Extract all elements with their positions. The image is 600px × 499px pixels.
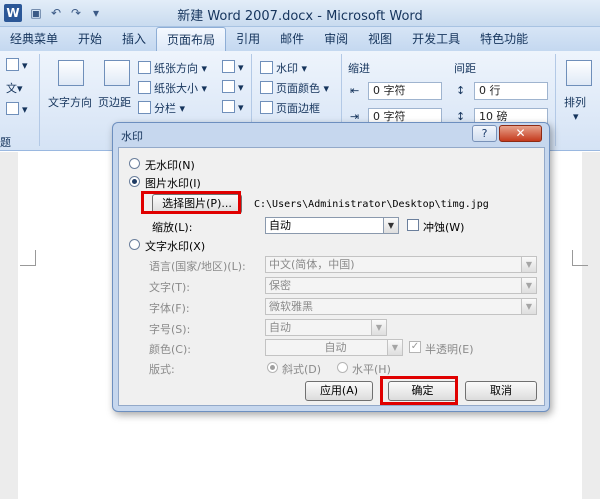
themes-group-label: 题 bbox=[0, 136, 11, 149]
text-watermark-radio[interactable] bbox=[129, 239, 140, 250]
diagonal-label[interactable]: 斜式(D) bbox=[282, 361, 321, 377]
language-select[interactable]: 中文(简体，中国) ▼ bbox=[265, 256, 537, 273]
picture-watermark-radio[interactable] bbox=[129, 176, 140, 187]
paper-size-button[interactable]: 纸张大小 bbox=[154, 82, 198, 95]
line-numbers-icon[interactable]: ▾ bbox=[222, 80, 244, 94]
doc-char-label: 文 bbox=[6, 82, 17, 95]
arrange-group: 排列 ▾ bbox=[558, 54, 598, 146]
page-corner-mark-left bbox=[20, 250, 36, 266]
window-title: 新建 Word 2007.docx - Microsoft Word bbox=[177, 9, 423, 24]
no-watermark-label[interactable]: 无水印(N) bbox=[145, 157, 195, 173]
text-watermark-label[interactable]: 文字水印(X) bbox=[145, 238, 205, 254]
watermark-button[interactable]: 水印 bbox=[276, 62, 298, 75]
font-select[interactable]: 微软雅黑 ▼ bbox=[265, 298, 537, 315]
tab-developer[interactable]: 开发工具 bbox=[402, 27, 470, 51]
tab-home[interactable]: 开始 bbox=[68, 27, 112, 51]
arrange-icon[interactable] bbox=[566, 60, 592, 86]
themes-colors-icon[interactable]: ▾ bbox=[6, 58, 28, 72]
tab-references[interactable]: 引用 bbox=[226, 27, 270, 51]
columns-icon bbox=[138, 101, 151, 114]
chevron-down-icon[interactable]: ▼ bbox=[387, 340, 402, 355]
help-button[interactable]: ? bbox=[472, 125, 497, 142]
margins-icon[interactable] bbox=[104, 60, 130, 86]
tab-insert[interactable]: 插入 bbox=[112, 27, 156, 51]
close-button[interactable]: ✕ bbox=[499, 125, 542, 142]
dialog-body: 无水印(N) 图片水印(I) 选择图片(P)... C:\Users\Admin… bbox=[118, 147, 545, 406]
themes-effects-icon[interactable]: ▾ bbox=[6, 102, 28, 116]
size-value: 自动 bbox=[269, 321, 291, 334]
text-value: 保密 bbox=[269, 279, 291, 292]
layout-label: 版式: bbox=[149, 363, 175, 376]
indent-left-input[interactable]: 0 字符 bbox=[368, 82, 442, 100]
language-label: 语言(国家/地区)(L): bbox=[149, 260, 246, 273]
text-select[interactable]: 保密 ▼ bbox=[265, 277, 537, 294]
page-border-button[interactable]: 页面边框 bbox=[276, 102, 320, 115]
chevron-down-icon[interactable]: ▼ bbox=[521, 299, 536, 314]
scale-value: 自动 bbox=[269, 219, 291, 232]
tab-classic-menu[interactable]: 经典菜单 bbox=[0, 27, 68, 51]
scale-select[interactable]: 自动 ▼ bbox=[265, 217, 399, 234]
page-border-icon bbox=[260, 101, 273, 114]
paper-direction-button[interactable]: 纸张方向 bbox=[154, 62, 198, 75]
semitransparent-label[interactable]: 半透明(E) bbox=[425, 341, 474, 357]
indent-left-icon: ⇤ bbox=[350, 84, 360, 97]
chevron-down-icon[interactable]: ▼ bbox=[521, 257, 536, 272]
arrange-button[interactable]: 排列 bbox=[564, 94, 586, 110]
horizontal-label[interactable]: 水平(H) bbox=[352, 361, 391, 377]
paper-direction-icon bbox=[138, 61, 151, 74]
watermark-icon bbox=[260, 61, 273, 74]
spacing-label: 间距 bbox=[454, 62, 476, 75]
arrange-dropdown-icon[interactable]: ▾ bbox=[573, 110, 579, 123]
picture-watermark-label[interactable]: 图片水印(I) bbox=[145, 175, 201, 191]
tab-mailings[interactable]: 邮件 bbox=[270, 27, 314, 51]
spacing-before-icon: ↕ bbox=[456, 84, 466, 97]
ok-button[interactable]: 确定 bbox=[388, 381, 457, 401]
page-color-icon bbox=[260, 81, 273, 94]
tab-view[interactable]: 视图 bbox=[358, 27, 402, 51]
text-direction-button[interactable]: 文字方向 bbox=[48, 94, 92, 110]
hyphenation-icon[interactable]: ▾ bbox=[222, 100, 244, 114]
title-bar: W ▣ ↶ ↷ ▾ 新建 Word 2007.docx - Microsoft … bbox=[0, 0, 600, 27]
diagonal-radio[interactable] bbox=[267, 362, 278, 373]
tab-review[interactable]: 审阅 bbox=[314, 27, 358, 51]
size-label: 字号(S): bbox=[149, 323, 191, 336]
font-value: 微软雅黑 bbox=[269, 300, 313, 313]
page-corner-mark-right bbox=[572, 250, 588, 266]
semitransparent-checkbox[interactable]: ✓ bbox=[409, 341, 421, 353]
washout-label[interactable]: 冲蚀(W) bbox=[423, 219, 464, 235]
tab-page-layout[interactable]: 页面布局 bbox=[156, 27, 227, 51]
text-direction-icon[interactable] bbox=[58, 60, 84, 86]
breaks-icon[interactable]: ▾ bbox=[222, 60, 244, 74]
chevron-down-icon[interactable]: ▼ bbox=[371, 320, 386, 335]
columns-button[interactable]: 分栏 bbox=[154, 102, 176, 115]
margins-button[interactable]: 页边距 bbox=[98, 94, 131, 110]
horizontal-radio[interactable] bbox=[337, 362, 348, 373]
spacing-before-input[interactable]: 0 行 bbox=[474, 82, 548, 100]
chevron-down-icon[interactable]: ▼ bbox=[383, 218, 398, 233]
text-label: 文字(T): bbox=[149, 281, 191, 294]
color-select[interactable]: 自动 ▼ bbox=[265, 339, 403, 356]
font-label: 字体(F): bbox=[149, 302, 190, 315]
dialog-title: 水印 bbox=[121, 130, 143, 143]
color-value: 自动 bbox=[324, 341, 347, 354]
tab-special-features[interactable]: 特色功能 bbox=[470, 27, 538, 51]
picture-path: C:\Users\Administrator\Desktop\timg.jpg bbox=[254, 199, 489, 210]
ribbon-tabs: 经典菜单 开始 插入 页面布局 引用 邮件 审阅 视图 开发工具 特色功能 bbox=[0, 27, 600, 51]
chevron-down-icon[interactable]: ▼ bbox=[521, 278, 536, 293]
color-label: 颜色(C): bbox=[149, 343, 191, 356]
language-value: 中文(简体，中国) bbox=[269, 258, 355, 271]
size-select[interactable]: 自动 ▼ bbox=[265, 319, 387, 336]
cancel-button[interactable]: 取消 bbox=[465, 381, 537, 401]
scale-label: 缩放(L): bbox=[152, 221, 193, 234]
page-color-button[interactable]: 页面颜色 bbox=[276, 82, 320, 95]
indent-label: 缩进 bbox=[348, 62, 370, 75]
paper-size-icon bbox=[138, 81, 151, 94]
apply-button[interactable]: 应用(A) bbox=[305, 381, 373, 401]
select-picture-button[interactable]: 选择图片(P)... bbox=[152, 194, 242, 214]
themes-group: ▾ 文▾ ▾ 题 bbox=[0, 54, 40, 149]
washout-checkbox[interactable] bbox=[407, 219, 419, 231]
watermark-dialog: 水印 ? ✕ 无水印(N) 图片水印(I) 选择图片(P)... C:\User… bbox=[112, 122, 550, 412]
no-watermark-radio[interactable] bbox=[129, 158, 140, 169]
